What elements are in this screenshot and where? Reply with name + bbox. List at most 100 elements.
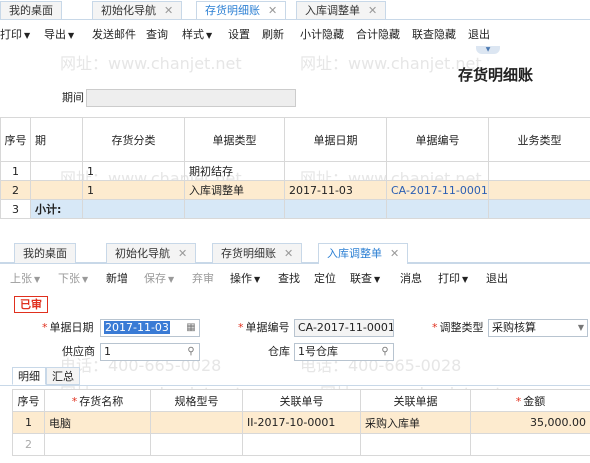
doc-type-cell: 期初结存 <box>184 161 285 181</box>
tab-label: 我的桌面 <box>9 4 53 17</box>
supplier-label: 供应商 <box>62 345 95 358</box>
close-icon[interactable]: ✕ <box>268 4 277 17</box>
detail-tab-divider <box>0 385 590 386</box>
tab-my-desktop[interactable]: 我的桌面 <box>0 1 62 19</box>
amount-cell[interactable] <box>470 433 590 456</box>
doc-no-link[interactable]: CA-2017-11-0001 <box>386 180 489 200</box>
subtotal-row: 3 小计: <box>0 199 590 219</box>
period-cell <box>30 161 83 181</box>
period-label: 期间 <box>62 91 84 104</box>
column-header[interactable]: 关联单据 <box>360 389 471 412</box>
column-header[interactable]: 单据日期 <box>284 117 387 162</box>
close-icon[interactable]: ✕ <box>178 247 187 260</box>
column-header[interactable]: 业务类型 <box>488 117 590 162</box>
tab-label: 初始化导航 <box>115 247 170 260</box>
print-button[interactable]: 打印 ▼ <box>0 24 30 46</box>
table-row[interactable]: 1 电脑 II-2017-10-0001 采购入库单 35,000.00 <box>12 411 590 434</box>
row-number: 3 <box>0 199 31 219</box>
column-header[interactable]: 序号 <box>12 389 45 412</box>
next-doc-button[interactable]: 下张 ▼ <box>58 268 88 290</box>
close-icon[interactable]: ✕ <box>284 247 293 260</box>
category-cell <box>82 199 185 219</box>
linked-query-button[interactable]: 联查 ▼ <box>350 268 380 290</box>
locate-button[interactable]: 定位 <box>314 268 336 290</box>
doc-no-label: * 单据编号 <box>238 321 290 334</box>
doc-date-cell: 2017-11-03 <box>284 180 387 200</box>
category-cell: 1 <box>82 161 185 181</box>
spec-cell[interactable] <box>150 411 243 434</box>
watermark-text: 网址：www.chanjet.net <box>60 54 242 73</box>
period-input[interactable] <box>86 89 296 107</box>
tab-label: 初始化导航 <box>101 4 156 17</box>
column-header[interactable]: 期 <box>30 117 83 162</box>
export-button[interactable]: 导出 ▼ <box>44 24 74 46</box>
top-tab-bar: 我的桌面 初始化导航 ✕ 存货明细账 ✕ 入库调整单 ✕ <box>0 0 590 20</box>
column-header[interactable]: 关联单号 <box>242 389 361 412</box>
table-row[interactable]: 1 1 期初结存 <box>0 161 590 181</box>
new-button[interactable]: 新增 <box>106 268 128 290</box>
column-header[interactable]: 序号 <box>0 117 31 162</box>
column-header[interactable]: * 存货名称 <box>44 389 151 412</box>
tab-inventory-detail[interactable]: 存货明细账 ✕ <box>212 243 303 263</box>
detail-table: 序号 * 存货名称 规格型号 关联单号 关联单据 * 金额 1 电脑 II-2017… <box>12 389 590 456</box>
tab-detail[interactable]: 明细 <box>12 367 46 385</box>
table-row[interactable]: 2 1 入库调整单 2017-11-03 CA-2017-11-0001 <box>0 180 590 200</box>
bottom-tab-bar: 我的桌面 初始化导航 ✕ 存货明细账 ✕ 入库调整单 ✕ <box>0 238 590 264</box>
tab-summary[interactable]: 汇总 <box>46 367 80 385</box>
ref-doc-cell: 采购入库单 <box>360 411 471 434</box>
linked-query-hide-button[interactable]: 联查隐藏 <box>412 24 456 46</box>
row-number: 1 <box>12 411 45 434</box>
inventory-ledger-table: 序号 期 存货分类 单据类型 单据日期 单据编号 业务类型 1 1 期初结存 2… <box>0 117 590 219</box>
period-cell <box>30 180 83 200</box>
exit-button[interactable]: 退出 <box>486 268 508 290</box>
subtotal-hide-button[interactable]: 小计隐藏 <box>300 24 344 46</box>
column-header[interactable]: 规格型号 <box>150 389 243 412</box>
item-name-cell[interactable] <box>44 433 151 456</box>
column-header[interactable]: 单据编号 <box>386 117 489 162</box>
collapse-handle[interactable]: ▼ <box>476 46 500 54</box>
doc-no-field[interactable]: CA-2017-11-0001 <box>294 319 394 337</box>
refresh-button[interactable]: 刷新 <box>262 24 284 46</box>
exit-button[interactable]: 退出 <box>468 24 490 46</box>
tab-inventory-detail[interactable]: 存货明细账 ✕ <box>196 1 287 19</box>
doc-type-cell: 入库调整单 <box>184 180 285 200</box>
style-button[interactable]: 样式 ▼ <box>182 24 212 46</box>
tab-my-desktop[interactable]: 我的桌面 <box>14 243 76 263</box>
save-button[interactable]: 保存 ▼ <box>144 268 174 290</box>
approved-stamp: 已审 <box>14 296 48 313</box>
settings-button[interactable]: 设置 <box>228 24 250 46</box>
table-header-row: 序号 * 存货名称 规格型号 关联单号 关联单据 * 金额 <box>12 389 590 412</box>
doc-no-cell <box>386 199 489 219</box>
tab-inbound-adjust[interactable]: 入库调整单 ✕ <box>318 243 409 264</box>
search-icon[interactable]: ⚲ <box>184 345 198 359</box>
search-icon[interactable]: ⚲ <box>378 345 392 359</box>
operation-button[interactable]: 操作 ▼ <box>230 268 260 290</box>
query-button[interactable]: 查询 <box>146 24 168 46</box>
doc-type-cell <box>184 199 285 219</box>
ref-doc-cell <box>360 433 471 456</box>
close-icon[interactable]: ✕ <box>164 4 173 17</box>
print-button[interactable]: 打印 ▼ <box>438 268 468 290</box>
close-icon[interactable]: ✕ <box>390 247 399 260</box>
calendar-icon[interactable]: ▦ <box>184 321 198 335</box>
tab-inbound-adjust[interactable]: 入库调整单 ✕ <box>296 1 387 19</box>
adjust-type-select[interactable]: 采购核算 ▼ <box>488 319 588 337</box>
unapprove-button[interactable]: 弃审 <box>192 268 214 290</box>
prev-doc-button[interactable]: 上张 ▼ <box>10 268 40 290</box>
row-number: 2 <box>0 180 31 200</box>
find-button[interactable]: 查找 <box>278 268 300 290</box>
item-name-cell[interactable]: 电脑 <box>44 411 151 434</box>
column-header[interactable]: 单据类型 <box>184 117 285 162</box>
close-icon[interactable]: ✕ <box>368 4 377 17</box>
total-hide-button[interactable]: 合计隐藏 <box>356 24 400 46</box>
tab-init-nav[interactable]: 初始化导航 ✕ <box>92 1 183 19</box>
send-email-button[interactable]: 发送邮件 <box>92 24 136 46</box>
amount-cell[interactable]: 35,000.00 <box>470 411 590 434</box>
tab-init-nav[interactable]: 初始化导航 ✕ <box>106 243 197 263</box>
spec-cell[interactable] <box>150 433 243 456</box>
column-header[interactable]: 存货分类 <box>82 117 185 162</box>
column-header[interactable]: * 金额 <box>470 389 590 412</box>
table-row[interactable]: 2 <box>12 433 590 456</box>
message-button[interactable]: 消息 <box>400 268 422 290</box>
report-title: 存货明细账 <box>458 66 534 84</box>
